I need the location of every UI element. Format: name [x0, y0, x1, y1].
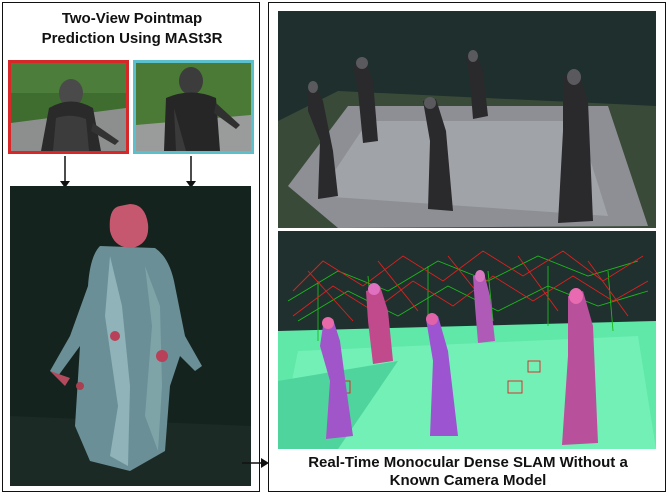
right-caption-line-2: Known Camera Model — [389, 472, 547, 489]
right-caption-line-1: Real-Time Monocular Dense SLAM Without a — [308, 454, 628, 471]
pointmap-render — [10, 186, 251, 486]
input-image-view-1 — [8, 60, 129, 154]
statue-photo-1 — [11, 63, 126, 151]
statue-group-reconstruction — [278, 11, 656, 228]
statue-photo-2 — [136, 63, 251, 151]
slam-trajectory-render — [278, 231, 656, 449]
dense-reconstruction-render — [278, 11, 656, 228]
pointmap-statue — [10, 186, 251, 486]
left-title-line-2: Prediction Using MASt3R — [41, 30, 223, 47]
input-image-view-2 — [133, 60, 254, 154]
left-title-line-1: Two-View Pointmap — [61, 10, 203, 27]
right-panel: Real-Time Monocular Dense SLAM Without a… — [268, 2, 666, 492]
input-arrows — [60, 156, 196, 188]
left-panel: Two-View Pointmap Prediction Using MASt3… — [2, 2, 260, 492]
slam-normals-and-frustums — [278, 231, 656, 449]
